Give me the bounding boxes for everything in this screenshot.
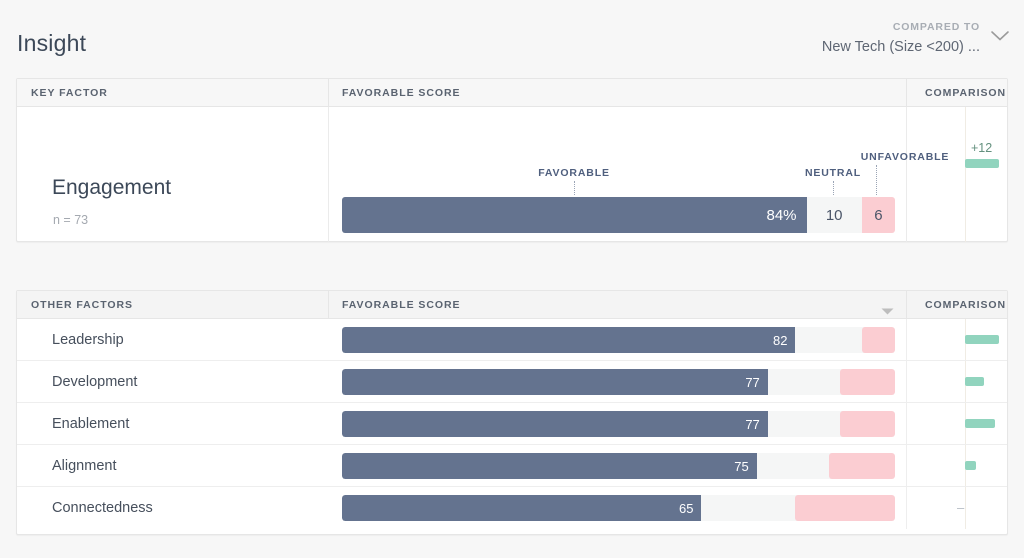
- other-factor-comparison-cell: [907, 403, 1008, 444]
- table-row[interactable]: Leadership 82: [17, 319, 1007, 361]
- engagement-segmented-bar[interactable]: 84% 10 6: [342, 197, 895, 233]
- axis-label-neutral: NEUTRAL: [804, 167, 862, 179]
- other-factor-bar-track[interactable]: 82: [342, 327, 895, 353]
- column-header-other-comparison: COMPARISON: [925, 299, 1007, 311]
- other-factor-name: Development: [52, 374, 138, 390]
- other-factors-table-header: OTHER FACTORS FAVORABLE SCORE COMPARISON: [17, 291, 1007, 319]
- other-factor-bar-track[interactable]: 77: [342, 369, 895, 395]
- page-title: Insight: [17, 30, 87, 56]
- column-header-favorable-score: FAVORABLE SCORE: [342, 87, 461, 99]
- axis-tick-favorable: [574, 181, 575, 195]
- compared-to-value: New Tech (Size <200) ...: [821, 39, 980, 55]
- other-factor-favorable-bar[interactable]: 82: [342, 327, 796, 353]
- key-factor-card: KEY FACTOR FAVORABLE SCORE COMPARISON En…: [16, 78, 1008, 242]
- other-factor-bar-track[interactable]: 75: [342, 453, 895, 479]
- other-header-divider-right: [906, 291, 907, 319]
- other-factor-comparison-cell: [907, 319, 1008, 360]
- other-factors-card: OTHER FACTORS FAVORABLE SCORE COMPARISON…: [16, 290, 1008, 535]
- column-header-other-favorable-score: FAVORABLE SCORE: [342, 299, 461, 311]
- segment-unfavorable[interactable]: 6: [861, 197, 895, 233]
- other-factor-unfavorable-bar[interactable]: [828, 453, 895, 479]
- other-factor-bar-track[interactable]: 65: [342, 495, 895, 521]
- other-factor-unfavorable-bar[interactable]: [839, 369, 895, 395]
- axis-tick-neutral: [833, 181, 834, 195]
- other-header-divider-left: [328, 291, 329, 319]
- other-factor-bar-track[interactable]: 77: [342, 411, 895, 437]
- comparison-bar: [965, 419, 996, 428]
- body-divider-left: [328, 107, 329, 242]
- segment-favorable[interactable]: 84%: [342, 197, 807, 233]
- other-factor-unfavorable-bar[interactable]: [839, 411, 895, 437]
- other-factor-unfavorable-bar[interactable]: [861, 327, 895, 353]
- table-row[interactable]: Enablement 77: [17, 403, 1007, 445]
- other-factor-favorable-bar[interactable]: 77: [342, 369, 768, 395]
- table-row[interactable]: Development 77: [17, 361, 1007, 403]
- key-factor-name: Engagement: [52, 176, 172, 199]
- header-divider-left: [328, 79, 329, 107]
- axis-tick-unfavorable: [876, 165, 877, 195]
- insight-dashboard: Insight COMPARED TO New Tech (Size <200)…: [0, 0, 1024, 558]
- other-factor-comparison-cell: –: [907, 487, 1008, 529]
- comparison-empty-dash: –: [957, 500, 965, 515]
- compared-to-label: COMPARED TO: [892, 21, 980, 33]
- compared-to-selector[interactable]: COMPARED TO New Tech (Size <200) ...: [822, 21, 980, 57]
- page-header: Insight COMPARED TO New Tech (Size <200)…: [0, 0, 1024, 78]
- sort-descending-caret-icon[interactable]: [881, 302, 894, 315]
- chevron-down-icon[interactable]: [990, 30, 1010, 42]
- comparison-bar: [965, 461, 977, 470]
- other-factor-unfavorable-bar[interactable]: [795, 495, 895, 521]
- comparison-baseline: [965, 107, 966, 242]
- segment-neutral[interactable]: 10: [806, 197, 862, 233]
- key-factor-sample-size: n = 73: [53, 213, 89, 227]
- axis-label-favorable: FAVORABLE: [538, 167, 610, 179]
- header-divider-right: [906, 79, 907, 107]
- other-factor-name: Connectedness: [52, 500, 153, 516]
- key-factor-comparison-cell: +12: [907, 107, 1008, 242]
- table-row[interactable]: Connectedness 65 –: [17, 487, 1007, 529]
- column-header-other-factors: OTHER FACTORS: [31, 299, 133, 311]
- other-factor-name: Enablement: [52, 416, 130, 432]
- comparison-bar: [965, 159, 999, 168]
- key-factor-table-header: KEY FACTOR FAVORABLE SCORE COMPARISON: [17, 79, 1007, 107]
- comparison-bar: [965, 377, 984, 386]
- other-factor-comparison-cell: [907, 445, 1008, 486]
- other-factor-comparison-cell: [907, 361, 1008, 402]
- column-header-comparison: COMPARISON: [925, 87, 1007, 99]
- comparison-bar: [965, 335, 1000, 344]
- other-factor-favorable-bar[interactable]: 77: [342, 411, 768, 437]
- other-factor-name: Alignment: [52, 458, 117, 474]
- comparison-value: +12: [971, 141, 993, 155]
- other-factor-favorable-bar[interactable]: 65: [342, 495, 702, 521]
- other-factor-favorable-bar[interactable]: 75: [342, 453, 757, 479]
- column-header-key-factor: KEY FACTOR: [31, 87, 108, 99]
- key-factor-row: Engagement n = 73 FAVORABLE NEUTRAL UNFA…: [17, 107, 1007, 242]
- other-factors-list: Leadership 82 Development 77 Enablement 77 Ali…: [17, 319, 1007, 529]
- table-row[interactable]: Alignment 75: [17, 445, 1007, 487]
- comparison-baseline: [965, 487, 966, 529]
- other-factor-name: Leadership: [52, 332, 124, 348]
